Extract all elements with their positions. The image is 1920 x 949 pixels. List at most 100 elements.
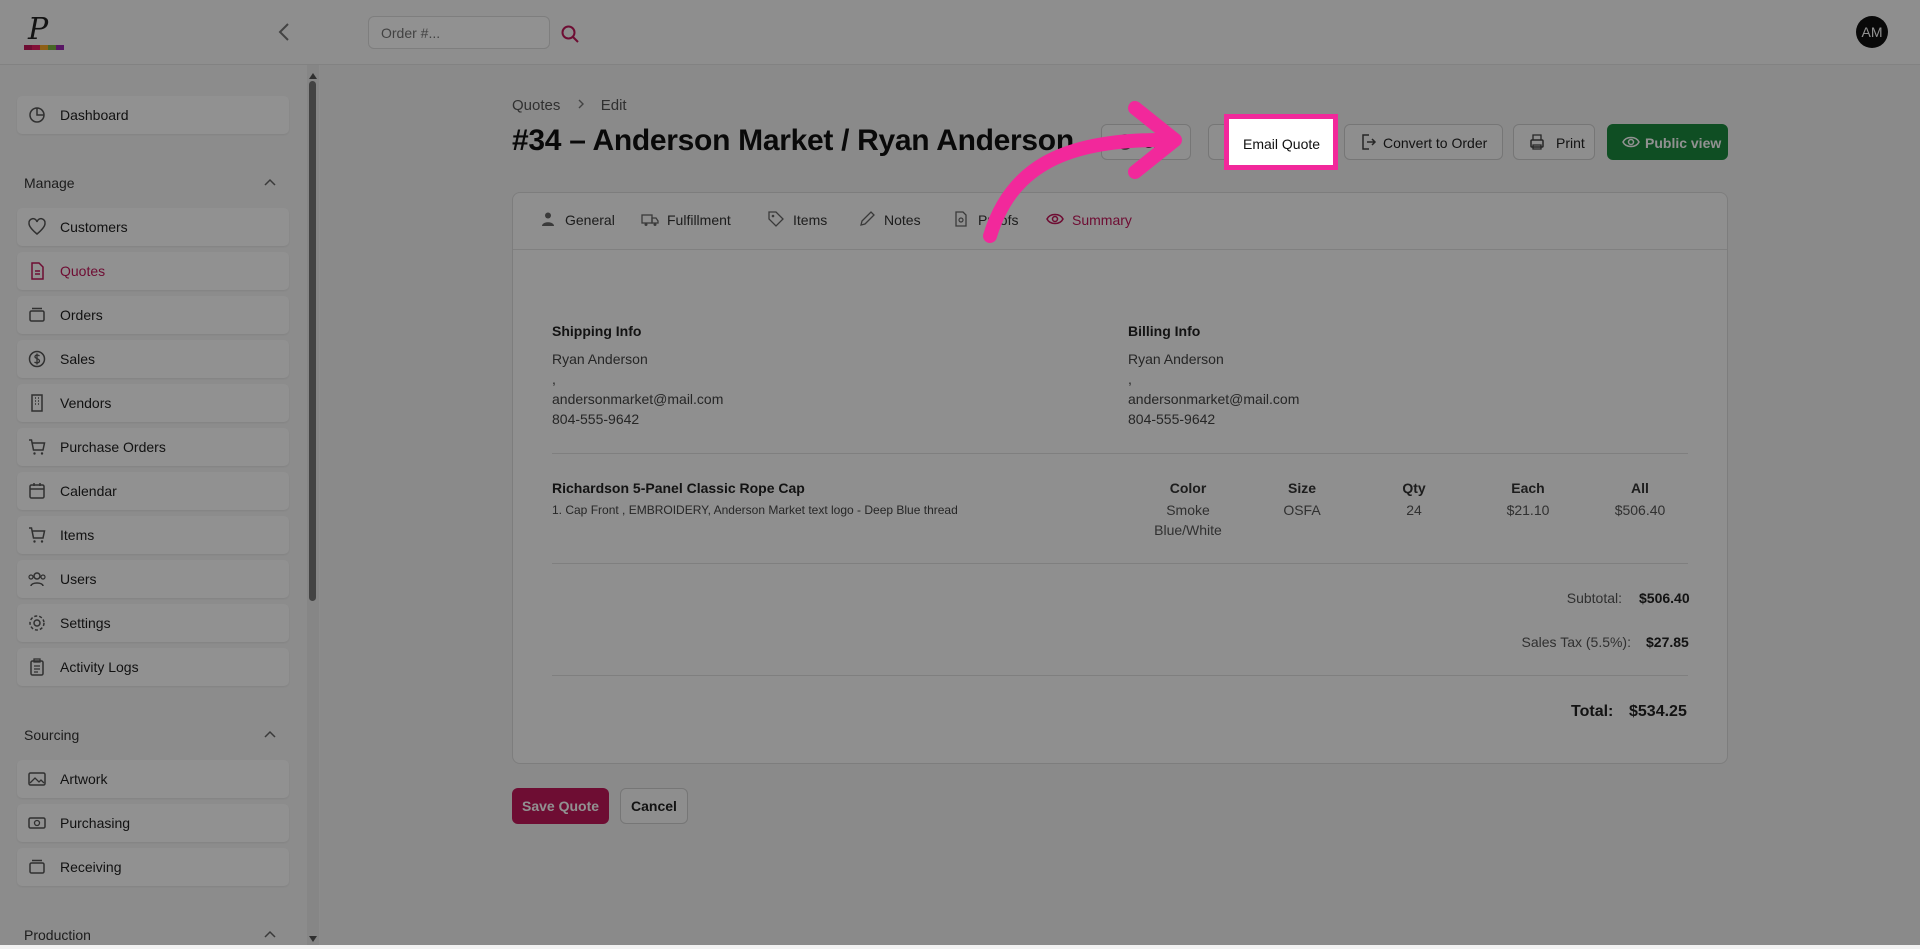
billing-name: Ryan Anderson — [1128, 351, 1224, 367]
total-value: $534.25 — [1629, 703, 1687, 720]
order-search-input[interactable] — [369, 17, 553, 48]
cart-icon — [27, 525, 47, 545]
convert-to-order-button[interactable]: Convert to Order — [1344, 124, 1503, 160]
breadcrumb: Quotes Edit — [512, 96, 627, 114]
chevron-up-icon[interactable] — [262, 175, 278, 191]
cell-each: $21.10 — [1506, 502, 1550, 518]
cancel-button[interactable]: Cancel — [620, 788, 688, 824]
billing-email: andersonmarket@mail.com — [1128, 391, 1300, 407]
tag-icon — [767, 210, 785, 228]
sidebar-item-purchase-orders[interactable]: Purchase Orders — [17, 428, 289, 466]
stack-icon — [27, 305, 47, 325]
chevron-right-icon — [575, 97, 587, 114]
divider — [552, 675, 1688, 676]
avatar[interactable]: AM — [1856, 16, 1888, 48]
divider — [552, 563, 1688, 564]
sales-tax-label: Sales Tax (5.5%): — [1521, 634, 1631, 650]
shipping-info-title: Shipping Info — [552, 323, 642, 339]
cell-qty: 24 — [1406, 502, 1422, 518]
heart-icon — [27, 217, 47, 237]
sidebar-item-customers[interactable]: Customers — [17, 208, 289, 246]
sidebar-item-users[interactable]: Users — [17, 560, 289, 598]
sidebar-item-vendors[interactable]: Vendors — [17, 384, 289, 422]
col-header-all: All — [1631, 480, 1649, 496]
shipping-name: Ryan Anderson — [552, 351, 648, 367]
sidebar-item-label: Activity Logs — [60, 659, 139, 675]
col-header-color: Color — [1169, 480, 1207, 496]
calendar-icon — [27, 481, 47, 501]
print-button[interactable]: Print — [1513, 124, 1595, 160]
building-icon — [27, 393, 47, 413]
shipping-email: andersonmarket@mail.com — [552, 391, 724, 407]
sidebar-item-artwork[interactable]: Artwork — [17, 760, 289, 798]
section-title-production: Production — [24, 927, 91, 943]
chevron-left-icon[interactable] — [276, 22, 294, 42]
chart-pie-icon — [27, 105, 47, 125]
sidebar-item-label: Items — [60, 527, 95, 543]
col-header-qty: Qty — [1402, 480, 1426, 496]
divider — [552, 453, 1688, 454]
sidebar-item-label: Customers — [60, 219, 128, 235]
shipping-phone: 804-555-9642 — [552, 411, 640, 427]
app-logo[interactable]: P — [22, 12, 64, 54]
section-title-manage: Manage — [24, 175, 75, 191]
sales-tax-value: $27.85 — [1646, 634, 1689, 650]
total-label: Total: — [1571, 703, 1614, 720]
sidebar-item-label: Users — [60, 571, 97, 587]
image-icon — [27, 769, 47, 789]
sidebar-item-label: Purchase Orders — [60, 439, 166, 455]
document-icon — [27, 261, 47, 281]
cell-all: $506.40 — [1614, 502, 1666, 518]
breadcrumb-quotes-link[interactable]: Quotes — [512, 97, 560, 114]
subtotal-label: Subtotal: — [1566, 590, 1622, 606]
breadcrumb-current: Edit — [600, 96, 627, 114]
sidebar-item-purchasing[interactable]: Purchasing — [17, 804, 289, 842]
chevron-up-icon[interactable] — [262, 727, 278, 743]
user-icon — [539, 210, 557, 228]
sidebar-item-quotes[interactable]: Quotes — [17, 252, 289, 290]
scroll-down-arrow[interactable] — [308, 931, 318, 942]
sidebar-item-sales[interactable]: Sales — [17, 340, 289, 378]
sidebar-item-label: Orders — [60, 307, 103, 323]
chevron-up-icon[interactable] — [262, 927, 278, 943]
subtotal-value: $506.40 — [1639, 590, 1690, 606]
sidebar-item-label: Purchasing — [60, 815, 131, 831]
billing-phone: 804-555-9642 — [1128, 411, 1216, 427]
sidebar-item-label: Sales — [60, 351, 96, 367]
col-header-each: Each — [1511, 480, 1545, 496]
cell-color: Smoke Blue/White — [1133, 500, 1243, 540]
email-quote-button[interactable]: Email Quote — [1224, 114, 1338, 170]
pointer-arrow — [983, 101, 1182, 243]
billing-info-title: Billing Info — [1128, 323, 1201, 339]
billing-address: , — [1128, 371, 1132, 387]
sidebar-scrollbar[interactable] — [307, 65, 319, 945]
clipboard-icon — [27, 657, 47, 677]
public-view-button[interactable]: Public view — [1607, 124, 1728, 160]
shipping-address: , — [552, 371, 556, 387]
sidebar-item-label: Calendar — [60, 483, 117, 499]
cell-size: OSFA — [1283, 502, 1321, 518]
printer-icon — [1528, 133, 1546, 151]
sidebar-item-items[interactable]: Items — [17, 516, 289, 554]
sidebar-item-dashboard[interactable]: Dashboard — [17, 96, 289, 134]
order-search-field[interactable] — [368, 16, 553, 49]
users-icon — [27, 569, 47, 589]
scroll-up-arrow[interactable] — [308, 68, 318, 79]
sidebar-item-orders[interactable]: Orders — [17, 296, 289, 334]
sidebar-item-settings[interactable]: Settings — [17, 604, 289, 642]
money-icon — [27, 813, 47, 833]
cell-color-line2: Blue/White — [1154, 522, 1222, 538]
search-icon[interactable] — [560, 24, 580, 44]
cell-color-line1: Smoke — [1166, 502, 1210, 518]
sidebar-item-label: Artwork — [60, 771, 108, 787]
sidebar-item-calendar[interactable]: Calendar — [17, 472, 289, 510]
pencil-icon — [858, 210, 876, 228]
scrollbar-thumb[interactable] — [309, 81, 316, 601]
truck-icon — [641, 210, 659, 228]
sidebar-item-receiving[interactable]: Receiving — [17, 848, 289, 886]
save-quote-button[interactable]: Save Quote — [512, 788, 609, 824]
dollar-icon — [27, 349, 47, 369]
stack-icon — [27, 857, 47, 877]
sidebar-item-label: Receiving — [60, 859, 122, 875]
sidebar-item-activity-logs[interactable]: Activity Logs — [17, 648, 289, 686]
